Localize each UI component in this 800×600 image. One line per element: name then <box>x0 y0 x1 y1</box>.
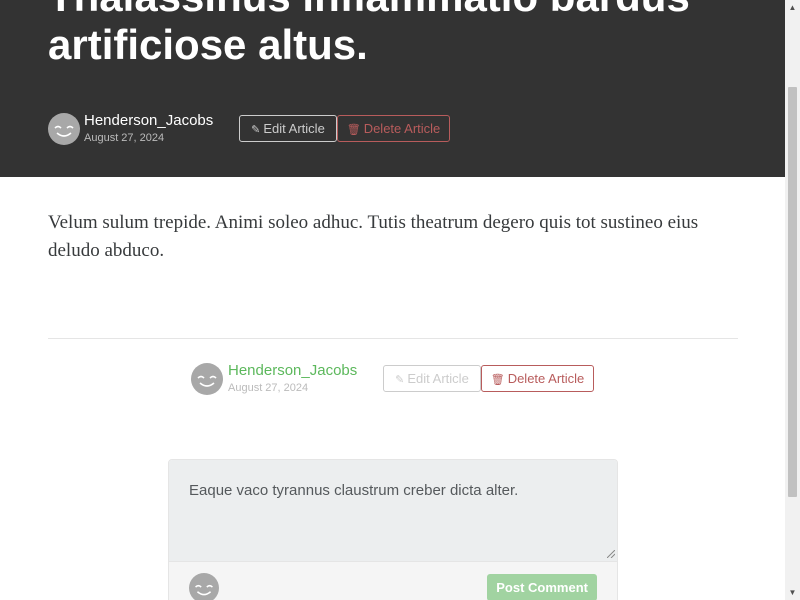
delete-article-label: Delete Article <box>363 121 441 136</box>
trash-icon: 🗑 <box>490 374 505 386</box>
resize-handle-icon[interactable] <box>607 550 615 558</box>
scroll-down-arrow-icon[interactable]: ▼ <box>785 585 800 600</box>
author-link[interactable]: Henderson_Jacobs <box>228 362 357 380</box>
trash-icon: 🗑 <box>346 124 361 136</box>
scroll-up-arrow-icon[interactable]: ▲ <box>785 0 800 15</box>
edit-article-button[interactable]: ✎ Edit Article <box>383 365 481 392</box>
delete-article-button[interactable]: 🗑 Delete Article <box>481 365 594 392</box>
author-avatar[interactable] <box>191 363 223 395</box>
comment-textarea[interactable]: Eaque vaco tyrannus claustrum creber dic… <box>169 460 617 561</box>
commenter-avatar <box>189 573 219 600</box>
author-avatar[interactable] <box>48 113 80 145</box>
article-date: August 27, 2024 <box>228 382 309 394</box>
article-page: Thalassinus inflammatio bardus artificio… <box>0 0 785 600</box>
smiley-icon <box>54 125 74 137</box>
article-body: Velum sulum trepide. Animi soleo adhuc. … <box>48 212 699 261</box>
comment-form-footer: Post Comment <box>169 561 617 600</box>
scrollbar-thumb[interactable] <box>788 87 797 497</box>
pencil-icon: ✎ <box>395 374 405 386</box>
smiley-icon <box>197 375 217 387</box>
article-banner: Thalassinus inflammatio bardus artificio… <box>0 0 785 177</box>
smiley-icon <box>195 584 213 596</box>
delete-article-button[interactable]: 🗑 Delete Article <box>337 115 450 142</box>
comment-form: Eaque vaco tyrannus claustrum creber dic… <box>168 459 618 600</box>
article-date: August 27, 2024 <box>84 132 165 144</box>
edit-article-button[interactable]: ✎ Edit Article <box>239 115 337 142</box>
delete-article-label: Delete Article <box>507 371 585 386</box>
article-title: Thalassinus inflammatio bardus artificio… <box>48 0 690 68</box>
vertical-scrollbar[interactable]: ▲ ▼ <box>785 0 800 600</box>
edit-article-label: Edit Article <box>407 371 469 386</box>
divider <box>48 338 738 339</box>
post-comment-button[interactable]: Post Comment <box>487 574 597 600</box>
author-link[interactable]: Henderson_Jacobs <box>84 112 213 130</box>
edit-article-label: Edit Article <box>263 121 325 136</box>
pencil-icon: ✎ <box>251 124 261 136</box>
